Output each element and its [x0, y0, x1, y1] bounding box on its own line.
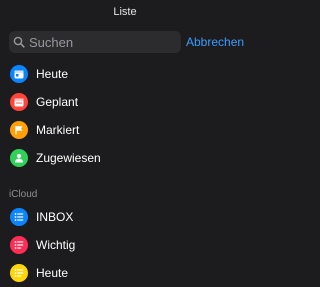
- list-shared-icon: [10, 236, 28, 254]
- list-item-label: Heute: [36, 67, 69, 81]
- calendar-today-icon: [10, 65, 28, 83]
- list-item-inbox[interactable]: INBOX: [0, 203, 250, 231]
- list-item-zugewiesen[interactable]: Zugewiesen: [0, 144, 250, 172]
- list-item-geplant[interactable]: Geplant: [0, 88, 250, 116]
- list-item-label: Wichtig: [36, 238, 76, 252]
- search-icon: [13, 36, 25, 48]
- list-item-markiert[interactable]: Markiert: [0, 116, 250, 144]
- cancel-button[interactable]: Abbrechen: [186, 35, 244, 49]
- flag-icon: [10, 121, 28, 139]
- list-item-heute[interactable]: Heute: [0, 60, 250, 88]
- list-shared-icon: [10, 264, 28, 282]
- search-input[interactable]: [29, 34, 169, 50]
- calendar-icon: [10, 93, 28, 111]
- search-field[interactable]: [9, 31, 181, 53]
- section-header-icloud: iCloud: [9, 189, 38, 200]
- list-item-label: Heute: [36, 266, 69, 280]
- list-item-label: Zugewiesen: [36, 151, 101, 165]
- list-item-wichtig[interactable]: Wichtig: [0, 231, 250, 259]
- list-item-label: INBOX: [36, 210, 74, 224]
- list-item-label: Geplant: [36, 95, 79, 109]
- page-title: Liste: [113, 6, 137, 18]
- list-item-heute-icloud[interactable]: Heute: [0, 259, 250, 287]
- list-icon: [10, 208, 28, 226]
- person-icon: [10, 149, 28, 167]
- list-item-label: Markiert: [36, 123, 80, 137]
